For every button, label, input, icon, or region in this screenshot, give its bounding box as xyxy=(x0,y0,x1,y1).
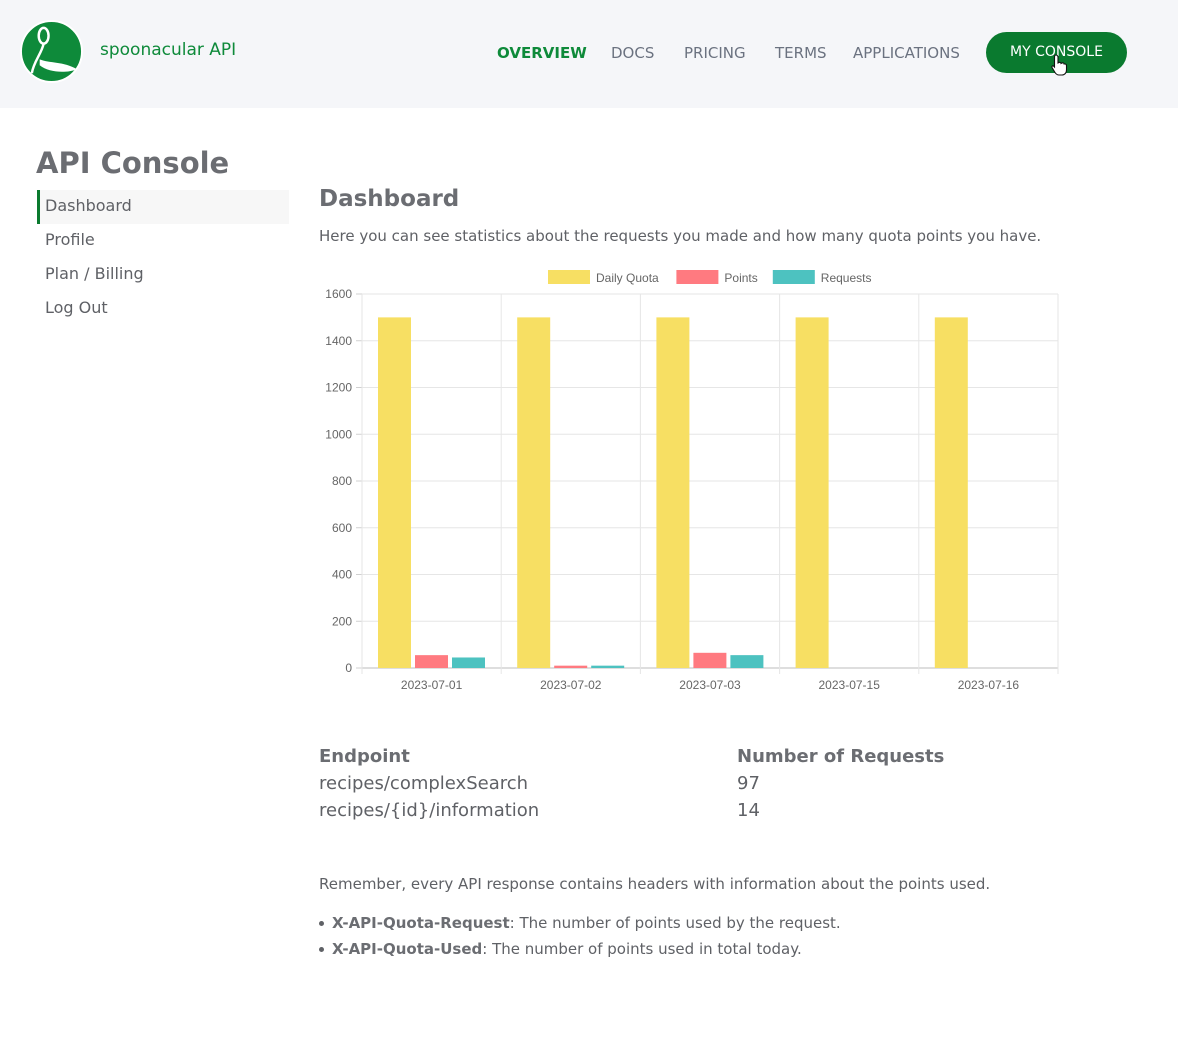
bar-requests xyxy=(591,665,625,668)
request-count-cell: 14 xyxy=(737,800,760,821)
y-tick-label: 400 xyxy=(332,568,352,582)
legend-swatch xyxy=(676,270,719,284)
column-header-endpoint: Endpoint xyxy=(319,746,410,767)
usage-bar-chart: 0 200 400 600 800 1000 1200 1400 1600 2023-07-01 2… xyxy=(325,270,1059,692)
headers-note: Remember, every API response contains he… xyxy=(319,875,991,893)
nav-applications[interactable]: APPLICATIONS xyxy=(853,43,960,63)
y-tick-label: 600 xyxy=(332,521,352,535)
nav-overview[interactable]: OVERVIEW xyxy=(497,43,587,63)
list-item: X-API-Quota-Request: The number of point… xyxy=(319,912,841,938)
sidebar-title: API Console xyxy=(36,146,230,180)
header-name: X-API-Quota-Request xyxy=(332,914,510,932)
request-count-cell: 97 xyxy=(737,773,760,794)
bar-points xyxy=(693,652,727,668)
column-header-requests: Number of Requests xyxy=(737,746,945,767)
bar-daily-quota xyxy=(378,317,411,668)
brand-name[interactable]: spoonacular API xyxy=(100,40,236,60)
bar-daily-quota xyxy=(934,317,968,668)
y-tick-label: 1600 xyxy=(325,287,352,301)
x-tick-label: 2023-07-16 xyxy=(958,678,1020,692)
y-tick-label: 800 xyxy=(332,474,352,488)
sidebar-item-plan-billing[interactable]: Plan / Billing xyxy=(37,258,289,292)
list-item: X-API-Quota-Used: The number of points u… xyxy=(319,938,841,964)
x-tick-label: 2023-07-15 xyxy=(819,678,881,692)
legend-swatch xyxy=(772,270,815,284)
spoonacular-logo-icon[interactable] xyxy=(20,20,83,83)
bar-requests xyxy=(452,657,485,668)
header-name: X-API-Quota-Used xyxy=(332,940,483,958)
sidebar-item-dashboard[interactable]: Dashboard xyxy=(37,190,289,224)
legend-swatch xyxy=(548,270,590,284)
legend-label: Requests xyxy=(821,271,872,285)
bar-daily-quota xyxy=(656,317,690,668)
page-title: Dashboard xyxy=(319,186,460,212)
y-tick-label: 1400 xyxy=(325,334,352,348)
bar-daily-quota xyxy=(517,317,551,668)
y-tick-label: 200 xyxy=(332,614,352,628)
nav-docs[interactable]: DOCS xyxy=(611,43,654,63)
hand-cursor-icon xyxy=(1051,54,1068,76)
bar-points xyxy=(554,665,588,668)
endpoint-cell: recipes/{id}/information xyxy=(319,800,540,821)
bar-daily-quota xyxy=(795,317,829,668)
x-tick-label: 2023-07-01 xyxy=(401,678,463,692)
y-tick-label: 1000 xyxy=(325,427,352,441)
endpoint-cell: recipes/complexSearch xyxy=(319,773,529,794)
site-header: spoonacular API OVERVIEW DOCS PRICING TE… xyxy=(0,0,1178,108)
nav-terms[interactable]: TERMS xyxy=(775,43,827,63)
x-tick-label: 2023-07-02 xyxy=(540,678,602,692)
sidebar-item-log-out[interactable]: Log Out xyxy=(37,292,289,326)
bar-points xyxy=(415,655,448,668)
bar-requests xyxy=(730,655,764,668)
legend-label: Points xyxy=(724,271,757,285)
header-description: : The number of points used in total tod… xyxy=(482,940,802,958)
header-description: : The number of points used by the reque… xyxy=(509,914,841,932)
header-list: X-API-Quota-Request: The number of point… xyxy=(319,912,841,964)
intro-text: Here you can see statistics about the re… xyxy=(319,227,1042,245)
y-tick-label: 0 xyxy=(345,661,352,675)
nav-pricing[interactable]: PRICING xyxy=(684,43,746,63)
legend-label: Daily Quota xyxy=(596,271,659,285)
sidebar-item-profile[interactable]: Profile xyxy=(37,224,289,258)
x-tick-label: 2023-07-03 xyxy=(679,678,741,692)
y-tick-label: 1200 xyxy=(325,381,352,395)
